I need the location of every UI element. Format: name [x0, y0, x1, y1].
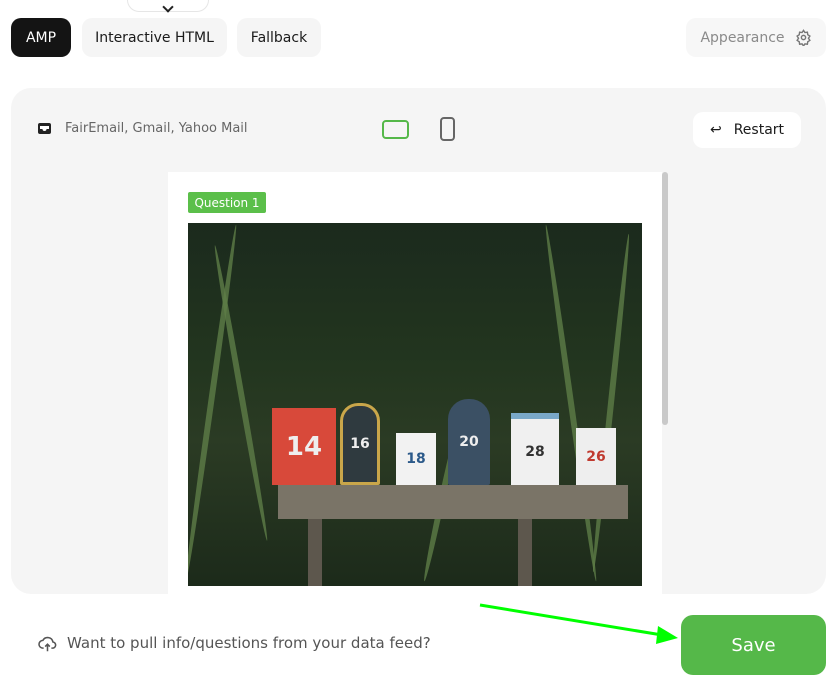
annotation-arrow: [479, 603, 678, 644]
